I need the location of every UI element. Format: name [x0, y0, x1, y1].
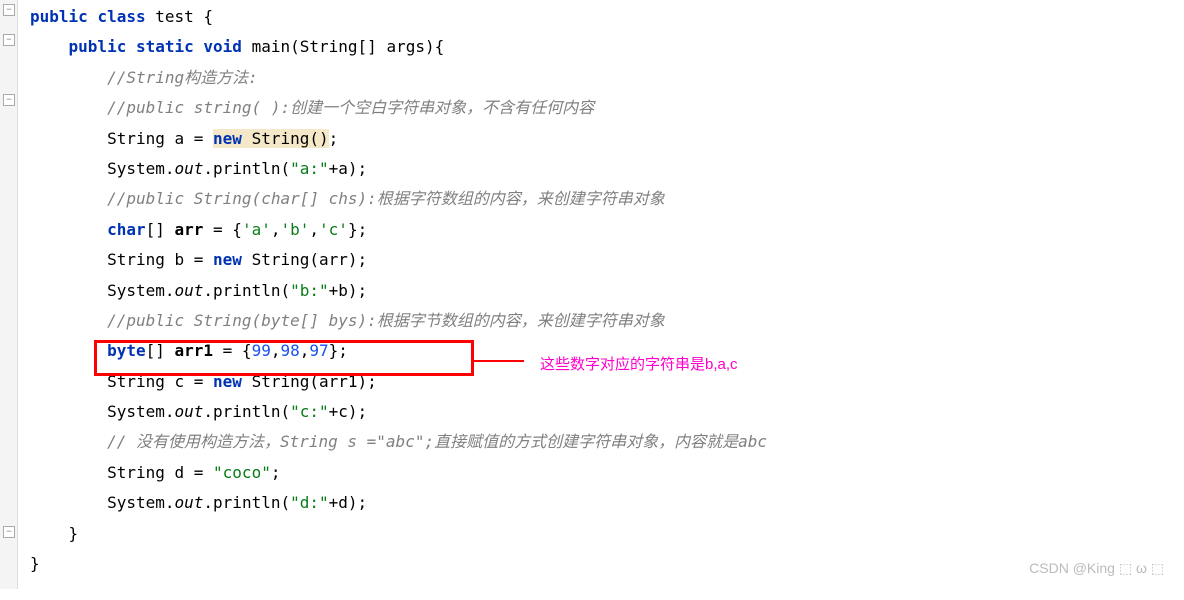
code-line: String d = "coco"; [30, 458, 1184, 488]
fold-icon[interactable]: − [3, 34, 15, 46]
code-editor[interactable]: public class test { public static void m… [20, 0, 1184, 589]
code-line: System.out.println("c:"+c); [30, 397, 1184, 427]
editor-gutter: − − − − [0, 0, 18, 589]
code-line: //String构造方法: [30, 63, 1184, 93]
fold-icon[interactable]: − [3, 526, 15, 538]
fold-icon[interactable]: − [3, 94, 15, 106]
code-line: public class test { [30, 2, 1184, 32]
code-line: System.out.println("d:"+d); [30, 488, 1184, 518]
code-line: char[] arr = {'a','b','c'}; [30, 215, 1184, 245]
code-line: public static void main(String[] args){ [30, 32, 1184, 62]
code-line: // 没有使用构造方法，String s ="abc";直接赋值的方式创建字符串… [30, 427, 1184, 457]
code-line: //public String(byte[] bys):根据字节数组的内容，来创… [30, 306, 1184, 336]
annotation-text: 这些数字对应的字符串是b,a,c [540, 351, 738, 380]
code-line: //public String(char[] chs):根据字符数组的内容，来创… [30, 184, 1184, 214]
code-line: String a = new String(); [30, 124, 1184, 154]
code-line: //public string( ):创建一个空白字符串对象，不含有任何内容 [30, 93, 1184, 123]
code-line: String b = new String(arr); [30, 245, 1184, 275]
code-line: } [30, 519, 1184, 549]
fold-icon[interactable]: − [3, 4, 15, 16]
code-line: } [30, 549, 1184, 579]
watermark: CSDN @King ⬚ ω ⬚ [1029, 555, 1164, 582]
code-line: System.out.println("a:"+a); [30, 154, 1184, 184]
code-line: System.out.println("b:"+b); [30, 276, 1184, 306]
